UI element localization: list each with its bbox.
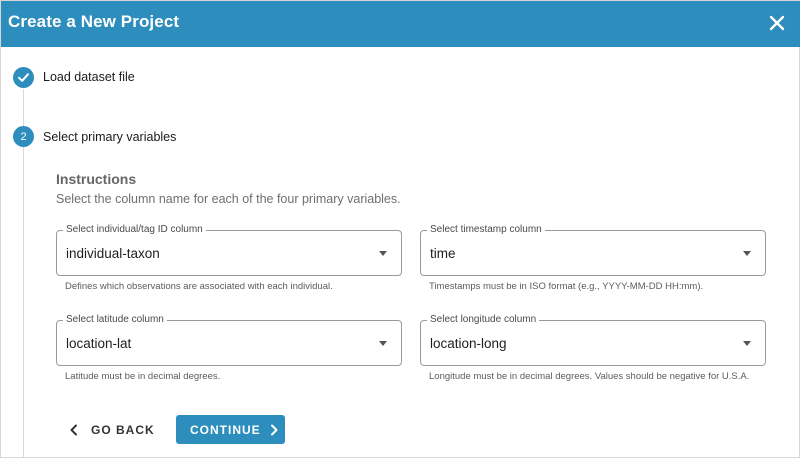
continue-button[interactable]: CONTINUE — [176, 415, 285, 444]
longitude-column-value: location-long — [430, 336, 507, 351]
continue-label: CONTINUE — [190, 422, 261, 437]
close-icon — [769, 15, 785, 31]
chevron-right-icon — [270, 424, 278, 435]
dropdown-arrow-icon — [379, 251, 387, 256]
dropdown-arrow-icon — [379, 341, 387, 346]
dialog-header: Create a New Project — [1, 1, 800, 47]
latitude-column-value: location-lat — [66, 336, 132, 351]
dropdown-arrow-icon — [743, 251, 751, 256]
step-2-label: Select primary variables — [43, 130, 177, 144]
create-project-dialog: Create a New Project Load dataset file 2… — [0, 0, 800, 458]
id-column-label: Select individual/tag ID column — [63, 224, 206, 236]
id-column-helper: Defines which observations are associate… — [65, 281, 333, 292]
instructions-heading: Instructions — [56, 171, 137, 187]
step-1-label[interactable]: Load dataset file — [43, 70, 135, 84]
instructions-text: Select the column name for each of the f… — [56, 192, 401, 206]
timestamp-column-helper: Timestamps must be in ISO format (e.g., … — [429, 281, 704, 292]
step-2-indicator: 2 — [13, 126, 34, 147]
go-back-label: GO BACK — [91, 422, 155, 437]
dialog-title: Create a New Project — [8, 12, 180, 31]
check-icon — [18, 73, 29, 82]
timestamp-column-select[interactable]: Select timestamp column time — [420, 224, 766, 276]
timestamp-column-label: Select timestamp column — [427, 224, 545, 236]
close-button[interactable] — [765, 11, 789, 35]
latitude-column-label: Select latitude column — [63, 314, 167, 326]
longitude-column-select[interactable]: Select longitude column location-long — [420, 314, 766, 366]
step-1-complete-indicator — [13, 67, 34, 88]
latitude-column-select[interactable]: Select latitude column location-lat — [56, 314, 402, 366]
chevron-left-icon — [70, 424, 77, 435]
id-column-select[interactable]: Select individual/tag ID column individu… — [56, 224, 402, 276]
id-column-value: individual-taxon — [66, 246, 160, 261]
latitude-column-helper: Latitude must be in decimal degrees. — [65, 371, 221, 382]
timestamp-column-value: time — [430, 246, 456, 261]
go-back-button[interactable]: GO BACK — [59, 415, 159, 444]
longitude-column-helper: Longitude must be in decimal degrees. Va… — [429, 371, 750, 382]
dropdown-arrow-icon — [743, 341, 751, 346]
longitude-column-label: Select longitude column — [427, 314, 540, 326]
